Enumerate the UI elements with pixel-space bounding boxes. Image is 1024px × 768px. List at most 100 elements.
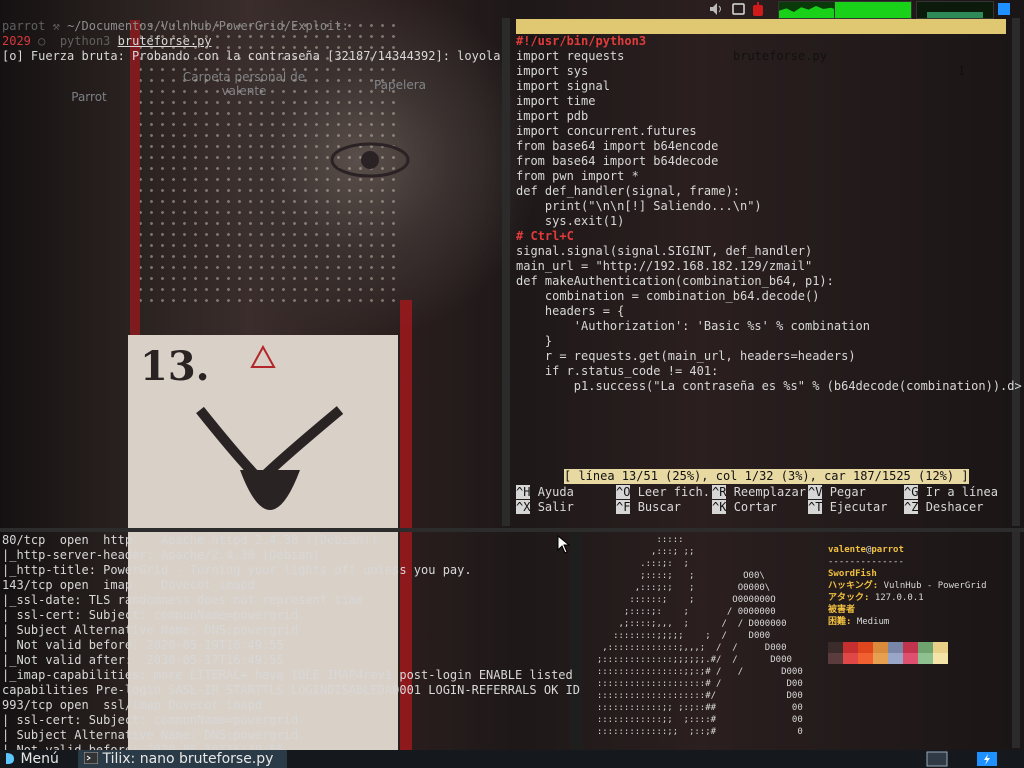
ascii-art-line: :::::::::::::;; ;::;# 0 (586, 727, 803, 737)
taskbar: Menú Tilix: nano bruteforse.py (0, 750, 1024, 768)
code-line: def def_handler(signal, frame): (516, 184, 740, 198)
shortcut-label: Pegar (829, 485, 866, 499)
shortcut-key: ^F (616, 500, 631, 514)
ascii-art-line: ,;::::;,,, ; / / D000000 (586, 619, 787, 629)
battery-icon[interactable] (732, 2, 746, 16)
terminal-output-line: 80/tcp open http Apache httpd 2.4.38 ((D… (2, 533, 378, 547)
terminal-output-line: |_ssl-date: TLS randomness does not repr… (2, 593, 364, 607)
code-line: import pdb (516, 109, 589, 123)
nano-shortcut[interactable]: ^R Reemplazar (712, 485, 806, 500)
terminal-bottom-left[interactable]: 80/tcp open http Apache httpd 2.4.38 ((D… (0, 532, 580, 757)
terminal-output-line: |_http-title: PowerGrid - Turning your l… (2, 563, 472, 577)
tilix-icon[interactable] (976, 751, 998, 767)
code-line: r = requests.get(main_url, headers=heade… (516, 349, 856, 363)
neofetch-info-line: 被害者 (828, 604, 987, 616)
code-line: } (516, 334, 553, 348)
shortcut-key: ^O (616, 485, 631, 499)
nano-shortcut[interactable]: ^V Pegar (808, 485, 866, 500)
nano-title-bar: GNU nano 5.4 bruteforse.py I (516, 19, 1006, 78)
parrot-menu-icon (6, 753, 14, 764)
code-line: combination = combination_b64.decode() (516, 289, 820, 303)
shortcut-label: Reemplazar (733, 485, 806, 499)
terminal-output-line: | Not valid before: 2020-05-19T16:49:55 (2, 638, 284, 652)
menu-button[interactable]: Menú (4, 750, 59, 768)
terminal-bottom-right-scrollbar[interactable] (1012, 532, 1020, 748)
terminal-left-scrollbar[interactable] (502, 18, 510, 526)
info-value: VulnHub - PowerGrid (883, 581, 987, 591)
nano-shortcut[interactable]: ^X Salir (516, 500, 574, 515)
neofetch-ascii-art: ::::: ,:::; ;; .:::;: ; ;::::; ; O00\ ,:… (586, 534, 803, 738)
nano-code-area[interactable]: #!/usr/bin/python3 import requests import … (516, 34, 1022, 394)
nano-shortcut[interactable]: ^T Ejecutar (808, 500, 887, 515)
ascii-art-line: ,:::::::::::::;,,,; / / D000 (586, 643, 787, 653)
ascii-art-line: ::::::::::::::::::::# / D00 (586, 679, 803, 689)
shortcut-label: Cortar (733, 500, 778, 514)
palette-swatch (933, 642, 948, 653)
palette-swatch (873, 642, 888, 653)
terminal-output-line: |_imap-capabilities: more LITERAL+ have … (2, 668, 573, 682)
terminal-output-line: 143/tcp open imap Dovecot imapd (2, 578, 255, 592)
info-key: 被害者 (828, 605, 856, 615)
volume-icon[interactable] (708, 1, 724, 17)
color-palette (828, 642, 948, 664)
code-line: from base64 import b64encode (516, 139, 719, 153)
taskbar-window-tilix[interactable]: Tilix: nano bruteforse.py (78, 750, 288, 768)
ascii-art-line: ::::::::;;;;; ; / D000 (586, 631, 771, 641)
code-line: # Ctrl+C (516, 229, 574, 243)
terminal-left[interactable]: parrot ⚒ ~/Documentos/Vulnhub/PowerGrid/… (0, 18, 501, 528)
palette-swatch (888, 653, 903, 664)
palette-swatch (828, 642, 843, 653)
nano-editor[interactable]: GNU nano 5.4 bruteforse.py I #!/usr/bin/… (512, 18, 1022, 518)
code-line: import concurrent.futures (516, 124, 697, 138)
nano-shortcut[interactable]: ^Z Deshacer (904, 500, 983, 515)
command-line: 2029 ○ python3 bruteforse.py (2, 34, 212, 48)
terminal-output-line: |_Not valid after: 2030-05-17T16:49:55 (2, 653, 284, 667)
shortcut-key: ^X (516, 500, 531, 514)
info-key: アタック: (828, 593, 870, 603)
shortcut-label: Salir (537, 500, 574, 514)
nano-shortcut[interactable]: ^G Ir a línea (904, 485, 998, 500)
palette-swatch (903, 653, 918, 664)
prompt-line: parrot ⚒ ~/Documentos/Vulnhub/PowerGrid/… (2, 19, 349, 33)
code-line: from pwn import * (516, 169, 639, 183)
workspace-indicator[interactable] (998, 3, 1010, 15)
info-value: 127.0.0.1 (874, 593, 924, 603)
palette-swatch (858, 653, 873, 664)
code-line: import sys (516, 64, 589, 78)
code-line: headers = { (516, 304, 625, 318)
ascii-art-line: ::::::::::::;; ;::::# 00 (586, 715, 803, 725)
code-line: main_url = "http://192.168.182.129/zmail… (516, 259, 813, 273)
nano-shortcut[interactable]: ^F Buscar (616, 500, 681, 515)
terminal-bottom-right[interactable]: ::::: ,:::; ;; .:::;: ; ;::::; ; O00\ ,:… (584, 532, 1008, 750)
ascii-art-line: ::::: (586, 535, 684, 545)
code-line: p1.success("La contraseña es %s" % (b64d… (516, 379, 1022, 393)
terminal-app-icon[interactable] (926, 751, 948, 767)
ascii-art-line: ,:::; ;; (586, 547, 695, 557)
palette-swatch (858, 642, 873, 653)
terminal-output-line: | Subject Alternative Name: DNS:powergri… (2, 623, 299, 637)
terminal-output-line: 993/tcp open ssl/imap Dovecot imapd (2, 698, 263, 712)
terminal-output-line: | Subject Alternative Name: DNS:powergri… (2, 728, 299, 742)
code-line: 'Authorization': 'Basic %s' % combinatio… (516, 319, 871, 333)
code-line: def makeAuthentication(combination_b64, … (516, 274, 834, 288)
shortcut-key: ^V (808, 485, 823, 499)
nano-scrollbar[interactable] (1012, 18, 1020, 526)
shortcut-key: ^Z (904, 500, 919, 514)
power-icon[interactable] (750, 1, 766, 17)
shortcut-key: ^H (516, 485, 531, 499)
palette-swatch (843, 653, 858, 664)
nano-shortcut[interactable]: ^H Ayuda (516, 485, 574, 500)
neofetch-info: valente@parrot -------------- SwordFish … (828, 545, 987, 627)
neofetch-info-line: アタック: 127.0.0.1 (828, 592, 987, 604)
pane-divider[interactable] (570, 532, 582, 750)
nano-shortcut[interactable]: ^K Cortar (712, 500, 777, 515)
nano-shortcut[interactable]: ^O Leer fich. (616, 485, 710, 500)
info-key: 困難: (828, 617, 852, 627)
code-line: signal.signal(signal.SIGINT, def_handler… (516, 244, 813, 258)
code-line: #!/usr/bin/python3 (516, 34, 647, 48)
palette-swatch (888, 642, 903, 653)
ascii-art-line: ::::::; ; O000000O (586, 595, 776, 605)
ascii-art-line: ;::::; ; O00\ (586, 571, 765, 581)
ascii-art-line: .:::;: ; (586, 559, 689, 569)
network-graph (916, 1, 994, 19)
